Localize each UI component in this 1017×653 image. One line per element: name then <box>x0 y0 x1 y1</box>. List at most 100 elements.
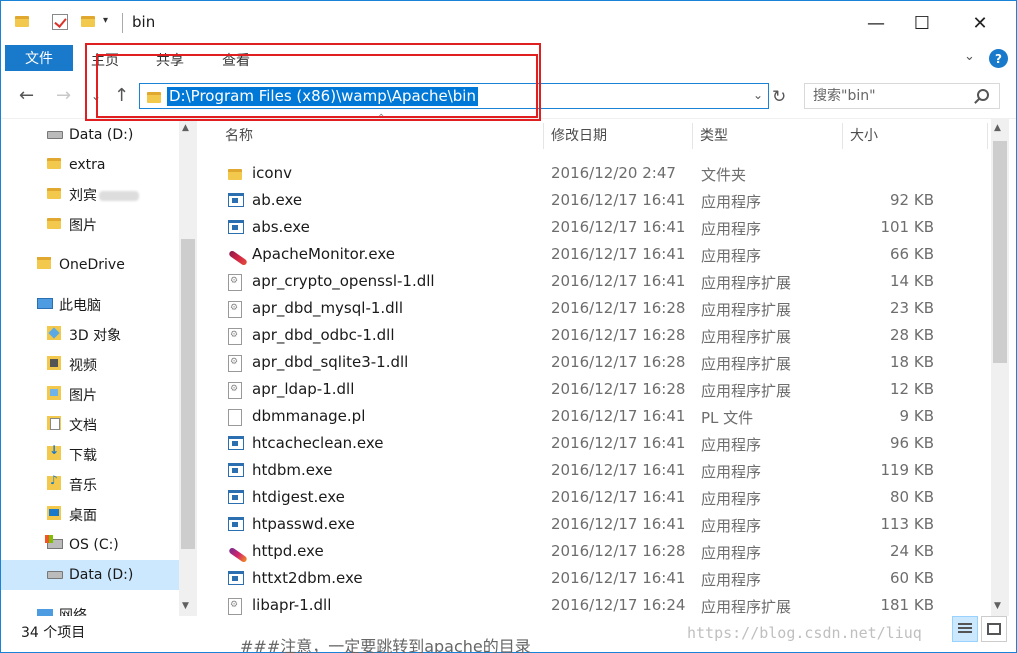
scroll-down-icon[interactable]: ▼ <box>182 601 189 611</box>
table-row[interactable]: libapr-1.dll 2016/12/17 16:24 应用程序扩展 181 KB <box>221 592 961 619</box>
large-icons-view-icon <box>987 623 1001 635</box>
column-header-date[interactable]: 修改日期 <box>551 119 607 151</box>
column-label: 名称 <box>225 128 253 144</box>
expand-ribbon-icon[interactable]: ⌄ <box>964 49 975 64</box>
table-row[interactable]: apr_ldap-1.dll 2016/12/17 16:28 应用程序扩展 12 K… <box>221 376 961 403</box>
table-row[interactable]: iconv 2016/12/20 2:47 文件夹 <box>221 160 961 187</box>
table-row[interactable]: apr_dbd_odbc-1.dll 2016/12/17 16:28 应用程序扩展… <box>221 322 961 349</box>
sidebar-item-label: 文档 <box>69 418 97 434</box>
column-separator[interactable] <box>543 123 544 149</box>
dll-icon <box>228 382 242 403</box>
search-icon[interactable] <box>977 89 989 101</box>
navigation-pane: Data (D:) extra 刘宾 图片 OneDrive 此电脑 3D 对象 <box>1 119 197 616</box>
tab-share[interactable]: 共享 <box>156 50 184 70</box>
address-dropdown-icon[interactable]: ⌄ <box>753 88 763 102</box>
search-box[interactable] <box>804 83 1000 109</box>
file-date: 2016/12/20 2:47 <box>551 164 676 182</box>
sidebar-item-label: 桌面 <box>69 508 97 524</box>
onedrive-icon <box>37 257 51 273</box>
folder-icon <box>228 166 242 184</box>
column-header-type[interactable]: 类型 <box>700 119 728 151</box>
sidebar-item-network[interactable]: 网络 <box>1 600 179 616</box>
table-row[interactable]: httxt2dbm.exe 2016/12/17 16:41 应用程序 60 KB <box>221 565 961 592</box>
window-title: bin <box>132 13 156 31</box>
back-button[interactable]: ← <box>19 85 34 106</box>
file-name: dbmmanage.pl <box>252 407 366 425</box>
column-separator[interactable] <box>692 123 693 149</box>
sidebar-item-downloads[interactable]: 下载 <box>1 440 179 470</box>
column-header-size[interactable]: 大小 <box>850 119 878 151</box>
sidebar-item-user-folder[interactable]: 刘宾 <box>1 180 179 210</box>
drive-icon <box>47 127 63 143</box>
properties-check-icon[interactable] <box>52 14 68 34</box>
pc-icon <box>37 297 53 313</box>
file-type: 应用程序扩展 <box>701 274 792 292</box>
sidebar-item-desktop[interactable]: 桌面 <box>1 500 179 530</box>
column-separator[interactable] <box>842 123 843 149</box>
file-type: 应用程序 <box>701 193 762 211</box>
maximize-button[interactable]: ☐ <box>899 1 945 45</box>
drive-icon <box>47 567 63 583</box>
sidebar-item-music[interactable]: 音乐 <box>1 470 179 500</box>
column-header-name[interactable]: 名称 <box>225 119 253 151</box>
sidebar-item-pictures[interactable]: 图片 <box>1 380 179 410</box>
sidebar-item-onedrive[interactable]: OneDrive <box>1 250 179 280</box>
file-size: 23 KB <box>890 299 934 317</box>
scroll-down-icon[interactable]: ▼ <box>994 601 1001 611</box>
table-row[interactable]: apr_dbd_sqlite3-1.dll 2016/12/17 16:28 应用程… <box>221 349 961 376</box>
new-folder-icon[interactable] <box>81 15 95 31</box>
table-row[interactable]: htcacheclean.exe 2016/12/17 16:41 应用程序 96 K… <box>221 430 961 457</box>
file-name: htdigest.exe <box>252 488 345 506</box>
table-row[interactable]: dbmmanage.pl 2016/12/17 16:41 PL 文件 9 KB <box>221 403 961 430</box>
table-row[interactable]: apr_dbd_mysql-1.dll 2016/12/17 16:28 应用程序扩… <box>221 295 961 322</box>
column-separator[interactable] <box>987 123 988 149</box>
scroll-thumb[interactable] <box>993 141 1007 363</box>
table-row[interactable]: httpd.exe 2016/12/17 16:28 应用程序 24 KB <box>221 538 961 565</box>
sidebar-item-extra[interactable]: extra <box>1 150 179 180</box>
address-bar[interactable]: D:\Program Files (x86)\wamp\Apache\bin ⌄ <box>139 83 769 109</box>
up-button[interactable]: ↑ <box>114 85 129 106</box>
table-row[interactable]: ab.exe 2016/12/17 16:41 应用程序 92 KB <box>221 187 961 214</box>
scroll-up-icon[interactable]: ▲ <box>994 123 1001 133</box>
table-row[interactable]: apr_crypto_openssl-1.dll 2016/12/17 16:41… <box>221 268 961 295</box>
table-row[interactable]: htdigest.exe 2016/12/17 16:41 应用程序 80 KB <box>221 484 961 511</box>
file-list: 名称 ⌃ 修改日期 类型 大小 iconv 2016/12/20 2:47 文件夹 a… <box>197 113 991 619</box>
address-path[interactable]: D:\Program Files (x86)\wamp\Apache\bin <box>167 87 478 106</box>
sidebar-item-pictures-folder[interactable]: 图片 <box>1 210 179 240</box>
sidebar-item-videos[interactable]: 视频 <box>1 350 179 380</box>
sidebar-item-documents[interactable]: 文档 <box>1 410 179 440</box>
recent-locations-icon[interactable]: ⌄ <box>91 89 101 103</box>
refresh-button[interactable]: ↻ <box>772 87 786 107</box>
navigation-pane-scrollbar[interactable]: ▲ ▼ <box>179 119 197 616</box>
quick-access-dropdown-icon[interactable]: ▾ <box>103 15 108 26</box>
table-row[interactable]: ApacheMonitor.exe 2016/12/17 16:41 应用程序 66 … <box>221 241 961 268</box>
large-icons-view-button[interactable] <box>981 616 1007 642</box>
tab-home[interactable]: 主页 <box>91 50 119 70</box>
scroll-up-icon[interactable]: ▲ <box>182 123 189 133</box>
tab-file[interactable]: 文件 <box>5 45 73 71</box>
application-icon <box>228 571 244 589</box>
table-row[interactable]: abs.exe 2016/12/17 16:41 应用程序 101 KB <box>221 214 961 241</box>
details-view-button[interactable] <box>952 616 978 642</box>
table-row[interactable]: htpasswd.exe 2016/12/17 16:41 应用程序 113 KB <box>221 511 961 538</box>
file-list-scrollbar[interactable]: ▲ ▼ <box>991 119 1009 616</box>
sidebar-item-data-d[interactable]: Data (D:) <box>1 120 179 150</box>
file-date: 2016/12/17 16:41 <box>551 272 686 290</box>
help-icon[interactable]: ? <box>989 49 1008 68</box>
tab-view[interactable]: 查看 <box>222 50 250 70</box>
sidebar-item-label: 图片 <box>69 218 97 234</box>
close-button[interactable]: ✕ <box>957 1 1003 45</box>
background-note-text: ###注意，一定要跳转到apache的目录 <box>240 637 531 653</box>
minimize-button[interactable]: — <box>853 1 899 45</box>
forward-button[interactable]: → <box>56 85 71 106</box>
file-date: 2016/12/17 16:41 <box>551 191 686 209</box>
table-row[interactable]: htdbm.exe 2016/12/17 16:41 应用程序 119 KB <box>221 457 961 484</box>
sidebar-item-data-d-selected[interactable]: Data (D:) <box>1 560 179 590</box>
sidebar-item-3d-objects[interactable]: 3D 对象 <box>1 320 179 350</box>
sidebar-item-this-pc[interactable]: 此电脑 <box>1 290 179 320</box>
search-input[interactable] <box>805 84 975 108</box>
file-type: 应用程序 <box>701 436 762 454</box>
scroll-thumb[interactable] <box>181 239 195 549</box>
file-name: ab.exe <box>252 191 303 209</box>
sidebar-item-os-c[interactable]: OS (C:) <box>1 530 179 560</box>
